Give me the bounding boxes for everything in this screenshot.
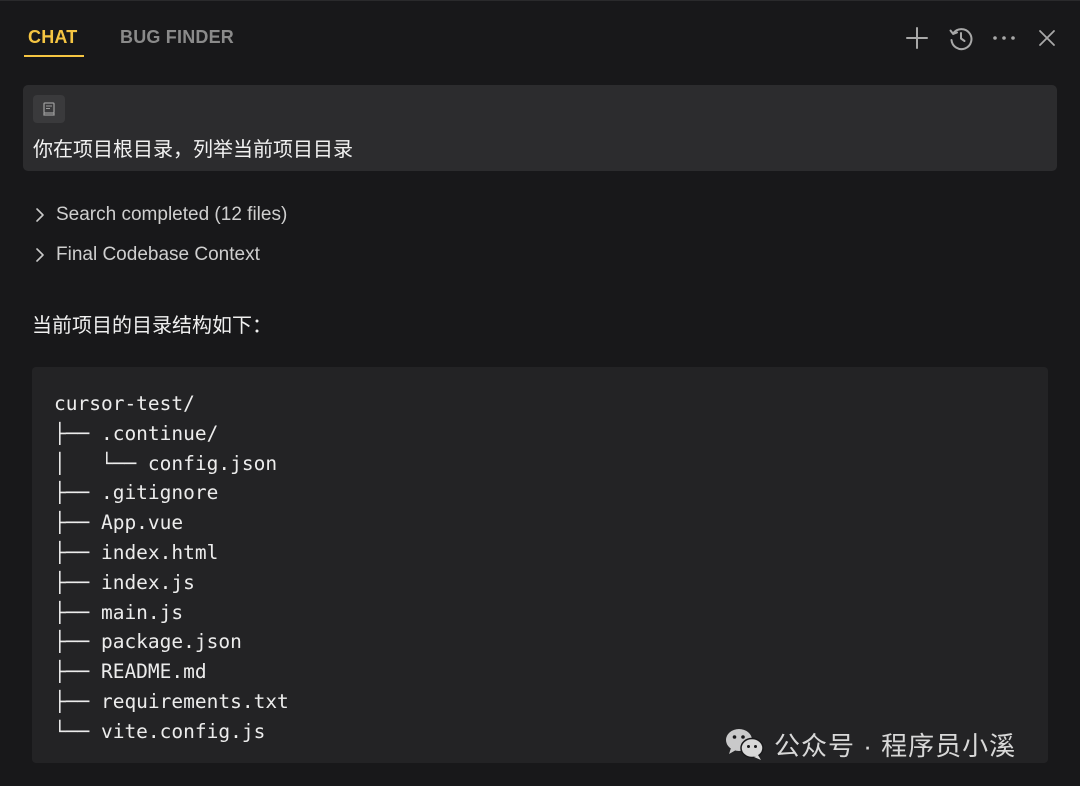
code-line: │ └── config.json [54, 451, 278, 475]
code-block: cursor-test/ ├── .continue/ │ └── config… [32, 367, 1048, 763]
search-completed-toggle[interactable]: Search completed (12 files) [32, 202, 287, 228]
plus-icon[interactable] [902, 23, 932, 53]
panel-header: CHAT BUG FINDER [0, 1, 1080, 73]
chevron-right-icon [32, 207, 48, 223]
code-line: ├── .gitignore [54, 481, 219, 505]
code-line: ├── .continue/ [54, 421, 219, 445]
assistant-intro-text: 当前项目的目录结构如下： [32, 315, 272, 337]
code-line: ├── main.js [54, 600, 184, 624]
code-line: ├── requirements.txt [54, 689, 289, 713]
watermark: 公众号 · 程序员小溪 [724, 725, 1016, 763]
chevron-right-icon [32, 247, 48, 263]
more-icon[interactable] [989, 23, 1019, 53]
code-line: ├── README.md [54, 660, 207, 684]
watermark-text: 公众号 · 程序员小溪 [774, 730, 1017, 761]
code-line: ├── index.js [54, 570, 195, 594]
chat-panel: CHAT BUG FINDER 你在项目根目录，列举当前项目目录 Search … [0, 0, 1080, 786]
search-completed-label: Search completed (12 files) [56, 204, 288, 225]
code-line: ├── index.html [54, 540, 219, 564]
tab-chat[interactable]: CHAT [28, 27, 77, 48]
history-icon[interactable] [946, 23, 976, 53]
code-line: cursor-test/ [54, 392, 195, 415]
tab-bug-finder[interactable]: BUG FINDER [120, 27, 234, 48]
codebase-context-toggle[interactable]: Final Codebase Context [32, 242, 260, 268]
codebase-context-label: Final Codebase Context [56, 244, 260, 265]
user-message: 你在项目根目录，列举当前项目目录 [23, 85, 1057, 171]
active-tab-indicator [24, 55, 84, 57]
wechat-icon [726, 729, 764, 760]
close-icon[interactable] [1032, 23, 1062, 53]
file-context-icon[interactable] [33, 95, 65, 123]
code-line: ├── package.json [54, 630, 242, 654]
user-message-text: 你在项目根目录，列举当前项目目录 [33, 139, 353, 161]
code-line: ├── App.vue [54, 511, 184, 535]
